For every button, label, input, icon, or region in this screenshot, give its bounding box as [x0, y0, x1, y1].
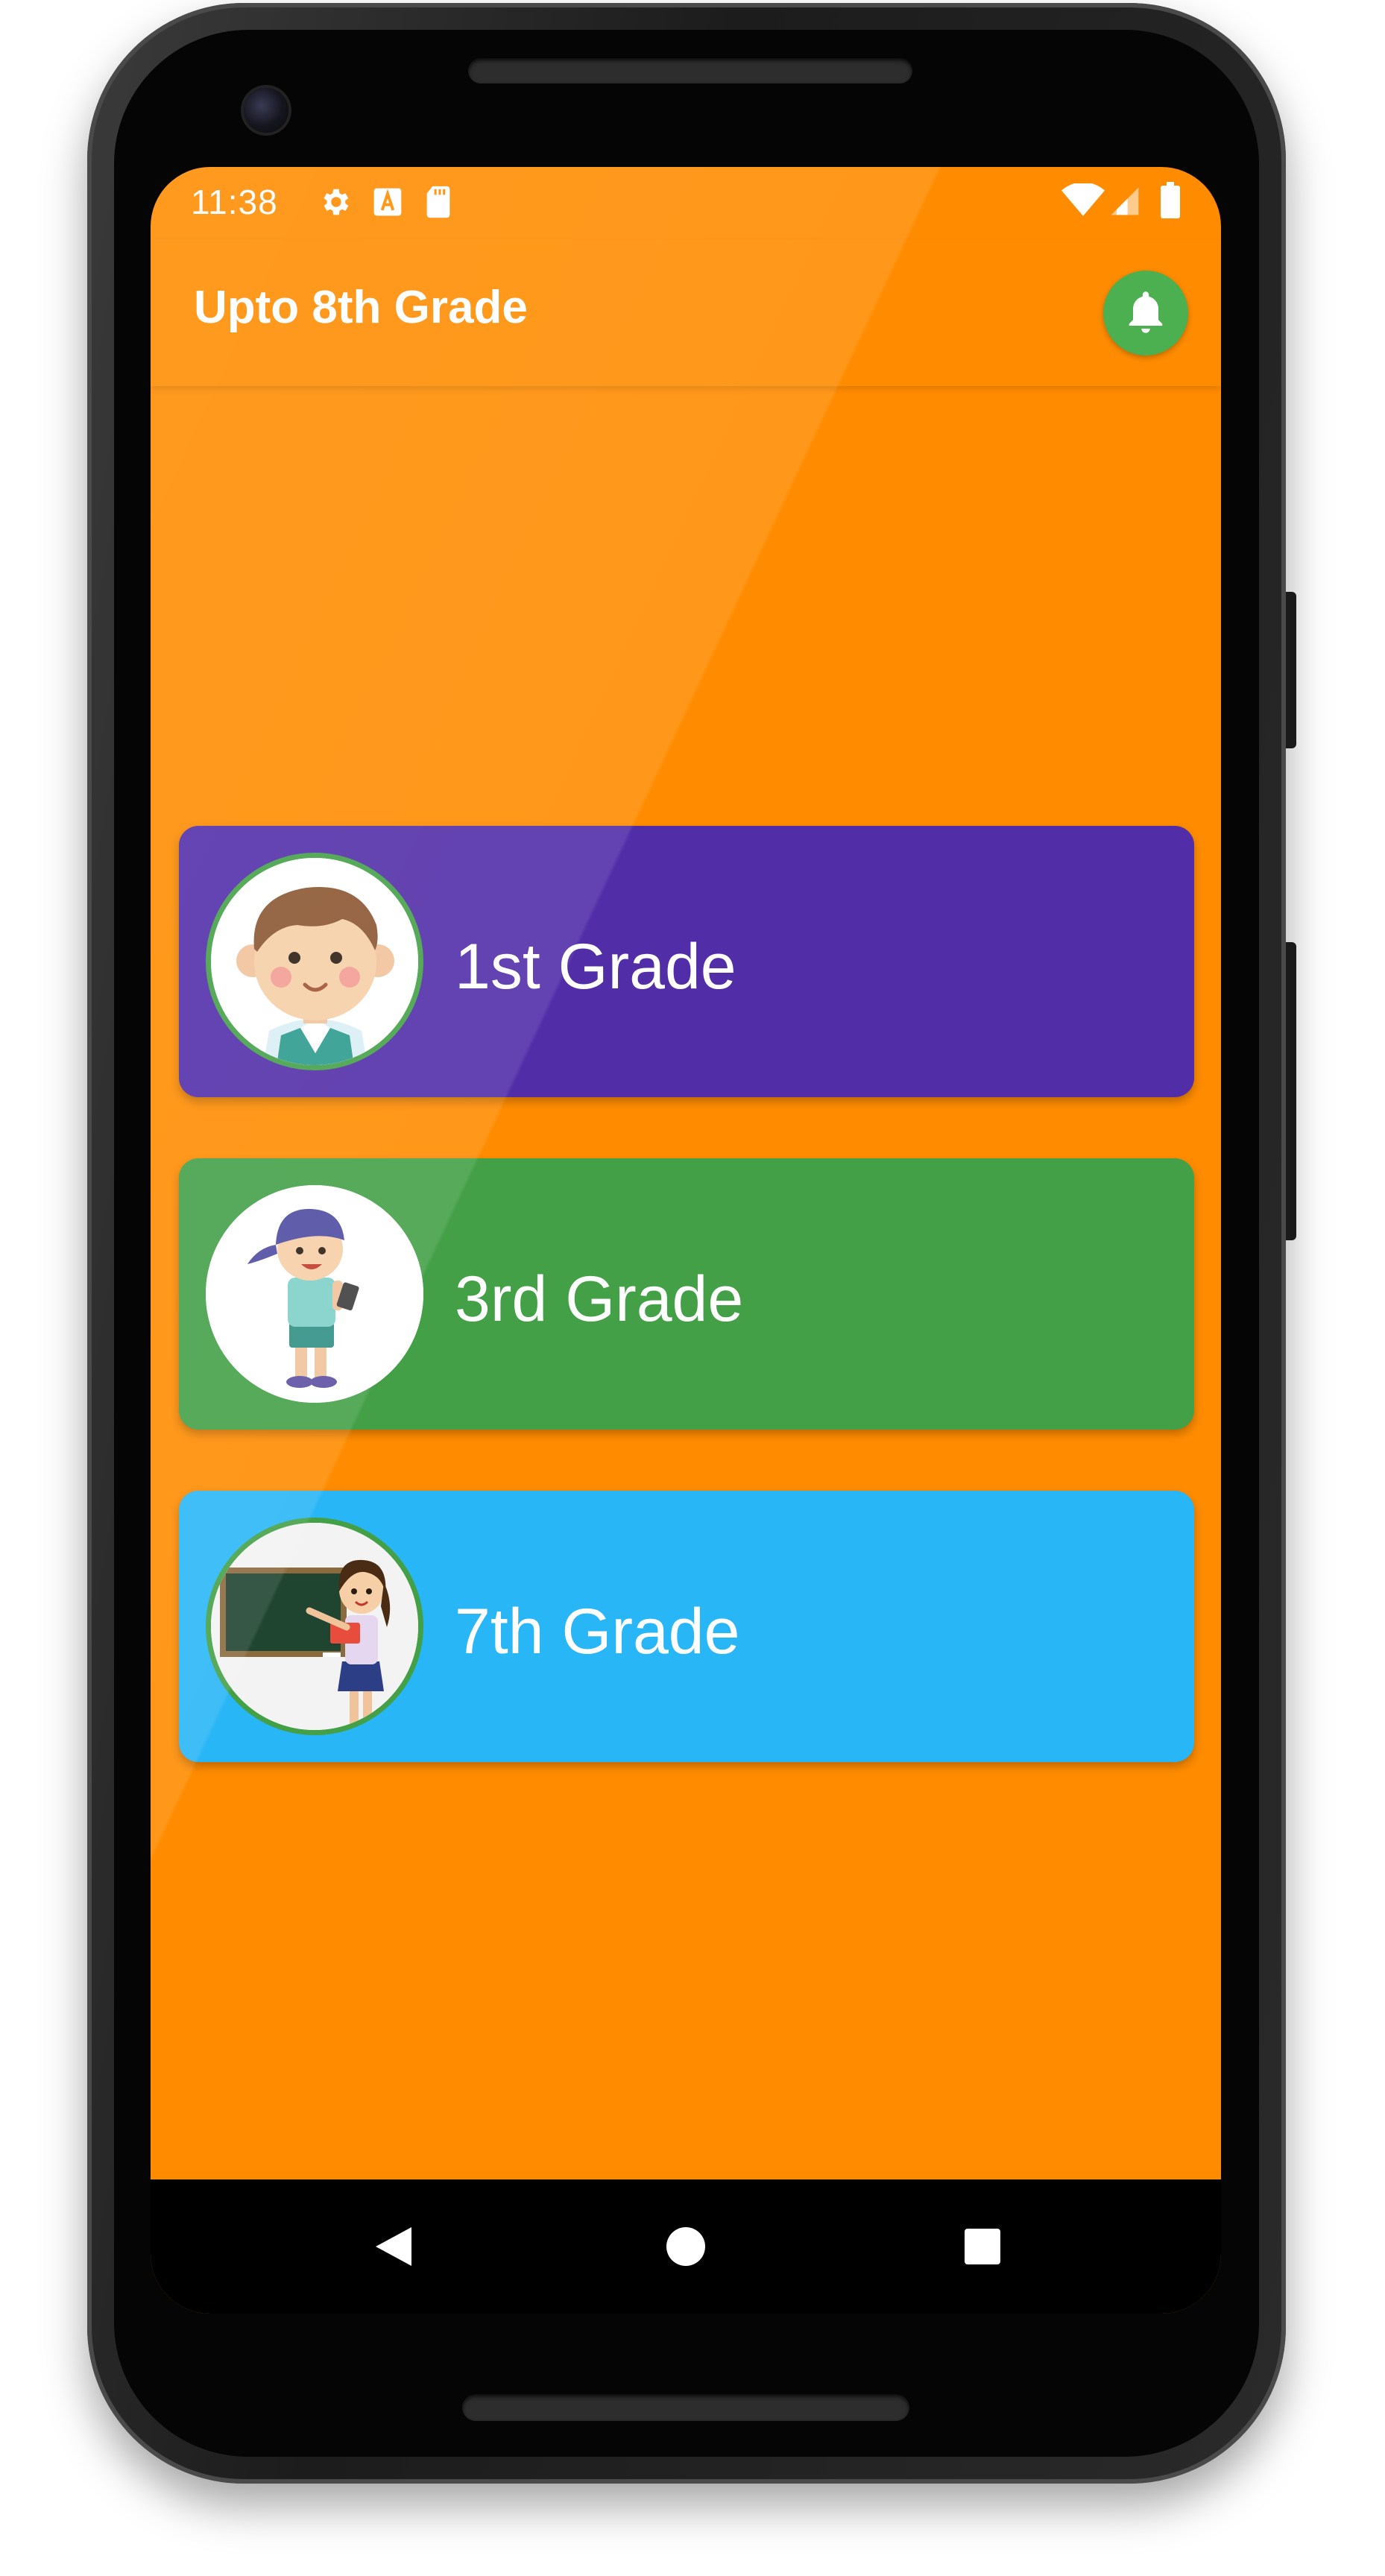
wifi-icon	[1061, 182, 1105, 221]
app-screen: 11:38 Upto 8th Grade 1st Grade 3rd Grade…	[151, 167, 1221, 2314]
battery-icon	[1160, 182, 1181, 223]
volume-button	[1286, 592, 1296, 748]
grade-label: 3rd Grade	[455, 1263, 744, 1335]
app-bar: Upto 8th Grade	[151, 240, 1221, 386]
gear-icon	[318, 185, 352, 223]
bell-icon	[1129, 291, 1163, 333]
boy-avatar	[206, 853, 423, 1070]
status-time: 11:38	[191, 183, 278, 221]
grade-label: 1st Grade	[455, 931, 736, 1003]
front-camera	[244, 88, 288, 133]
status-bar: 11:38	[151, 167, 1221, 240]
signal-icon	[1108, 185, 1142, 221]
boy-with-tablet-avatar	[206, 1185, 423, 1403]
grade-card-3rd[interactable]: 3rd Grade	[179, 1158, 1194, 1430]
recents-icon[interactable]	[962, 2224, 1003, 2273]
power-button	[1286, 942, 1296, 1240]
back-icon[interactable]	[373, 2224, 414, 2273]
grade-card-7th[interactable]: 7th Grade	[179, 1491, 1194, 1762]
grade-card-1st[interactable]: 1st Grade	[179, 826, 1194, 1097]
navigation-bar	[151, 2179, 1221, 2314]
home-icon[interactable]	[665, 2224, 707, 2273]
notifications-button[interactable]	[1103, 271, 1188, 356]
text-a-icon	[371, 185, 404, 223]
earpiece-speaker	[468, 58, 912, 83]
sd-card-icon	[423, 185, 453, 223]
grade-label: 7th Grade	[455, 1596, 740, 1667]
page-title: Upto 8th Grade	[194, 282, 528, 333]
teacher-at-blackboard-avatar	[206, 1518, 423, 1735]
bottom-speaker	[462, 2394, 909, 2421]
